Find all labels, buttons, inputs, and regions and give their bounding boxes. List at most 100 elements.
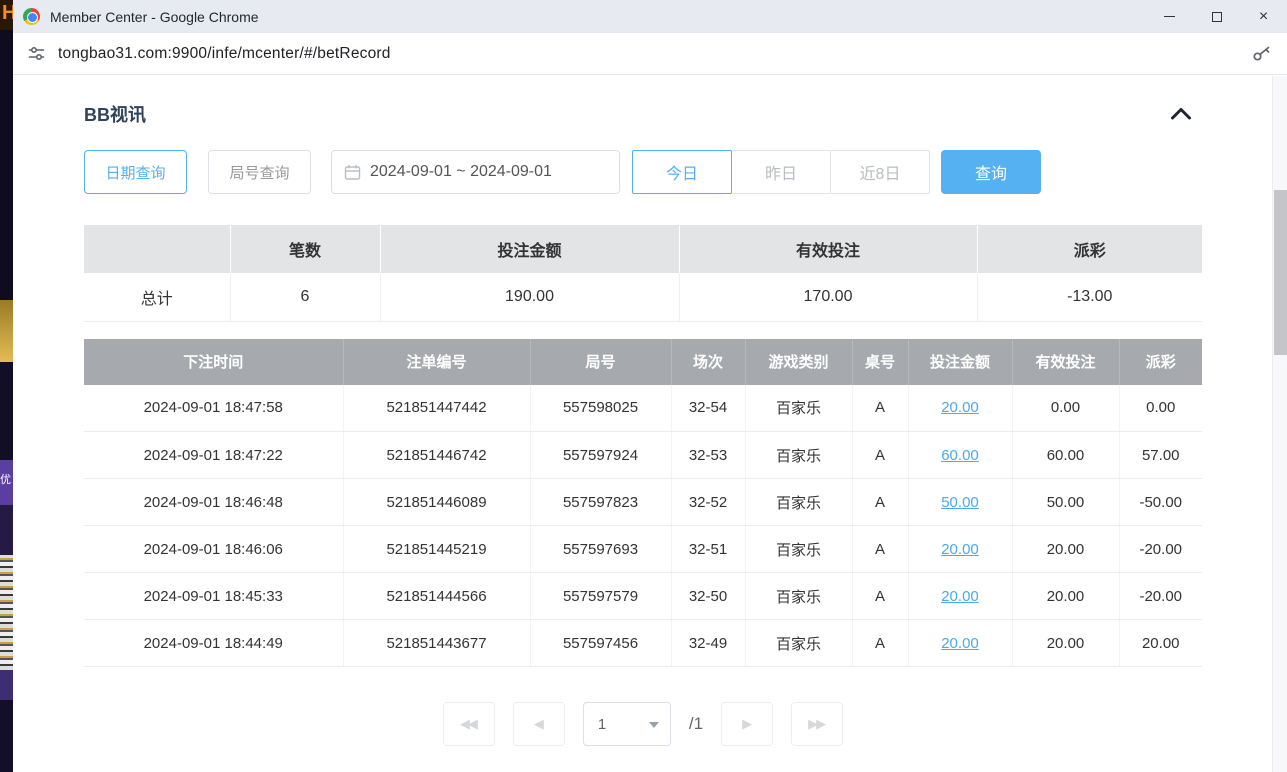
last-8-days-button[interactable]: 近8日 [830,150,930,194]
maximize-icon [1212,12,1222,22]
scrollbar[interactable] [1272,76,1287,772]
prev-page-icon: ◀ [534,716,544,732]
summary-table: 笔数投注金额有效投注派彩 总计6190.00170.00-13.00 [84,225,1202,322]
search-button[interactable]: 查询 [941,150,1041,194]
calendar-icon [344,164,361,181]
bet-record-table: 下注时间注单编号局号场次游戏类别桌号投注金额有效投注派彩 2024-09-01 … [84,339,1202,668]
quick-range-group: 今日 昨日 近8日 [632,150,930,194]
today-button[interactable]: 今日 [632,150,732,194]
date-range-value: 2024-09-01 ~ 2024-09-01 [370,163,552,181]
column-header: 局号 [530,339,671,385]
cell: 32-53 [671,432,745,479]
summary-header-cell: 投注金额 [380,225,679,273]
cell: 0.00 [1012,385,1119,432]
page-total-label: /1 [689,714,703,734]
round-query-tab[interactable]: 局号查询 [208,150,311,194]
bet-amount-link[interactable]: 20.00 [941,588,979,605]
background-fragment [0,700,13,772]
cell: 32-52 [671,479,745,526]
cell: 521851445219 [343,526,530,573]
cell: 2024-09-01 18:46:48 [84,479,343,526]
bet-amount-link[interactable]: 20.00 [941,399,979,416]
first-page-button[interactable]: ◀◀ [443,702,495,746]
site-settings-icon[interactable] [27,44,46,63]
background-fragment [0,362,13,460]
cell: 0.00 [1119,385,1202,432]
pagination: ◀◀ ◀ 1 /1 ▶ ▶▶ [84,702,1202,746]
cell: 557597823 [530,479,671,526]
cell: 20.00 [908,526,1012,573]
title-bar: Member Center - Google Chrome × [13,0,1287,33]
filter-bar: 日期查询 局号查询 2024-09-01 ~ 2024-09-01 今日 昨日 … [84,150,1202,194]
cell: 557597693 [530,526,671,573]
column-header: 派彩 [1119,339,1202,385]
bet-amount-link[interactable]: 50.00 [941,494,979,511]
prev-page-button[interactable]: ◀ [513,702,565,746]
cell: 百家乐 [745,479,852,526]
url-text[interactable]: tongbao31.com:9900/infe/mcenter/#/betRec… [58,45,391,63]
date-query-tab[interactable]: 日期查询 [84,150,187,194]
cell: 521851443677 [343,620,530,667]
bet-amount-link[interactable]: 20.00 [941,541,979,558]
summary-value-row: 总计6190.00170.00-13.00 [84,273,1202,321]
summary-value-cell: 190.00 [380,273,679,321]
cell: 521851447442 [343,385,530,432]
cell: 20.00 [1012,526,1119,573]
cell: A [852,620,908,667]
summary-value-cell: 170.00 [679,273,977,321]
page-select-wrap: 1 [583,702,671,746]
last-page-button[interactable]: ▶▶ [791,702,843,746]
summary-header-cell: 有效投注 [679,225,977,273]
column-header: 下注时间 [84,339,343,385]
summary-header-cell: 派彩 [977,225,1202,273]
cell: 521851444566 [343,573,530,620]
browser-window: Member Center - Google Chrome × tongbao3… [13,0,1287,772]
bet-amount-link[interactable]: 60.00 [941,447,979,464]
page-select[interactable]: 1 [583,702,671,746]
chrome-logo-icon [23,8,40,25]
password-key-icon[interactable] [1251,43,1273,65]
table-row: 2024-09-01 18:47:22521851446742557597924… [84,432,1202,479]
minimize-button[interactable] [1146,0,1193,33]
column-header: 有效投注 [1012,339,1119,385]
cell: 32-54 [671,385,745,432]
cell: 60.00 [1012,432,1119,479]
summary-header-row: 笔数投注金额有效投注派彩 [84,225,1202,273]
cell: 32-49 [671,620,745,667]
background-window-sliver: H 优 [0,0,13,772]
table-row: 2024-09-01 18:44:49521851443677557597456… [84,620,1202,667]
cell: 百家乐 [745,385,852,432]
cell: 557597579 [530,573,671,620]
panel-title: BB视讯 [84,101,146,127]
minimize-icon [1164,16,1175,17]
window-controls: × [1146,0,1287,33]
last-page-icon: ▶▶ [808,716,824,732]
cell: 521851446742 [343,432,530,479]
cell: 32-50 [671,573,745,620]
cell: A [852,526,908,573]
bet-amount-link[interactable]: 20.00 [941,635,979,652]
next-page-button[interactable]: ▶ [721,702,773,746]
date-range-input[interactable]: 2024-09-01 ~ 2024-09-01 [331,150,620,194]
collapse-icon[interactable] [1170,107,1192,120]
cell: 20.00 [1012,573,1119,620]
bet-table-header-row: 下注时间注单编号局号场次游戏类别桌号投注金额有效投注派彩 [84,339,1202,385]
cell: 20.00 [1012,620,1119,667]
background-fragment [0,555,13,670]
cell: A [852,432,908,479]
cell: A [852,479,908,526]
cell: 20.00 [908,385,1012,432]
address-bar: tongbao31.com:9900/infe/mcenter/#/betRec… [13,33,1287,75]
cell: 2024-09-01 18:47:58 [84,385,343,432]
scrollbar-thumb[interactable] [1274,190,1287,355]
cell: 557597456 [530,620,671,667]
summary-header-cell [84,225,230,273]
yesterday-button[interactable]: 昨日 [731,150,831,194]
maximize-button[interactable] [1193,0,1240,33]
column-header: 场次 [671,339,745,385]
background-logo-fragment: H [0,0,13,30]
table-row: 2024-09-01 18:46:06521851445219557597693… [84,526,1202,573]
cell: 20.00 [908,573,1012,620]
close-button[interactable]: × [1240,0,1287,33]
column-header: 游戏类别 [745,339,852,385]
